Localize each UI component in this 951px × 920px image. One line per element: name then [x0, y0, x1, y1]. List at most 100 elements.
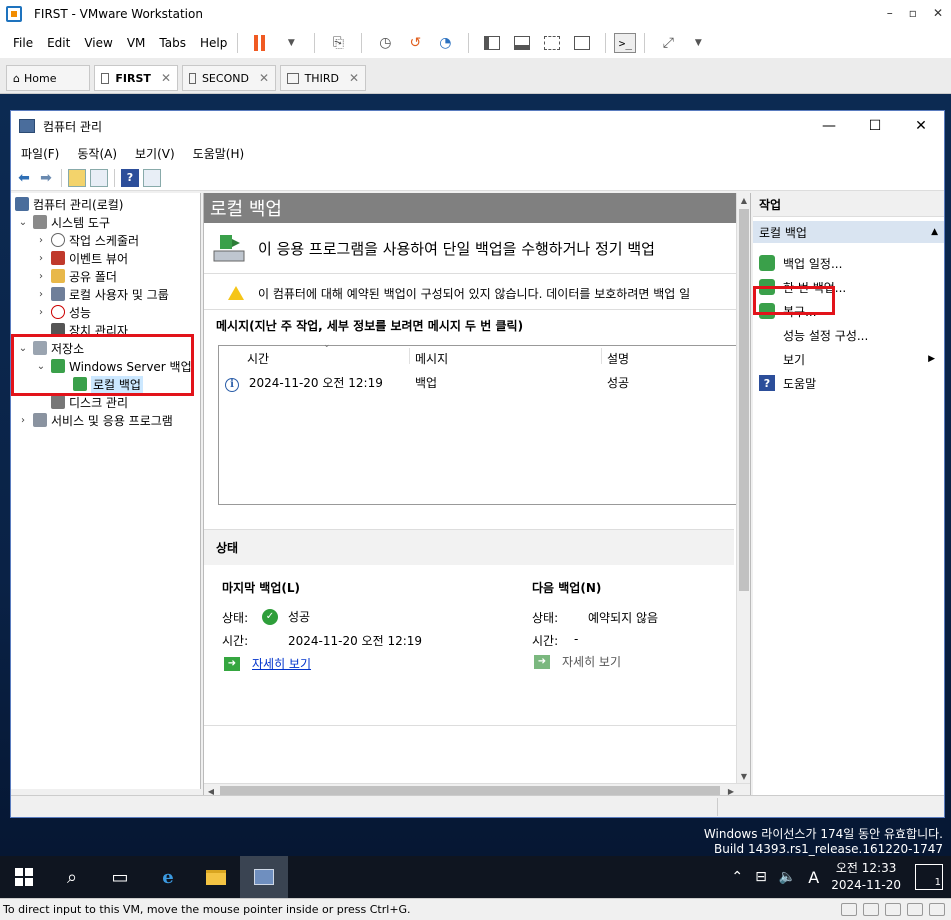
usb-icon[interactable]	[885, 903, 901, 916]
actions-section-local-backup[interactable]: 로컬 백업 ▲	[753, 221, 944, 243]
maximize-button[interactable]: ☐	[852, 111, 898, 141]
tree-item-disk-management[interactable]: 디스크 관리	[47, 393, 128, 411]
ime-indicator[interactable]: A	[808, 868, 819, 887]
cd-drive-icon[interactable]	[863, 903, 879, 916]
hard-disk-icon[interactable]	[841, 903, 857, 916]
show-library-icon[interactable]	[483, 34, 501, 52]
action-backup-once[interactable]: 한 번 백업...	[759, 277, 846, 297]
column-header-description[interactable]: 설명	[607, 350, 629, 367]
tree-item-system-tools[interactable]: ⌄ 시스템 도구	[17, 213, 110, 231]
vmware-menu-view[interactable]: View	[84, 36, 112, 50]
action-view[interactable]: 보기 ▶	[783, 349, 935, 369]
back-arrow-icon[interactable]: ⬅	[15, 169, 33, 187]
tree-item-device-manager[interactable]: 장치 관리자	[47, 321, 128, 339]
volume-muted-icon[interactable]: 🔈	[779, 869, 796, 885]
next-backup-details-link[interactable]: ➜ 자세히 보기	[534, 653, 621, 670]
full-screen-icon[interactable]	[543, 34, 561, 52]
chevron-down-icon[interactable]: ⌄	[35, 361, 47, 372]
vmware-menu-help[interactable]: Help	[200, 36, 227, 50]
vmware-close-button[interactable]: ✕	[933, 6, 943, 20]
chevron-up-icon[interactable]: ⌃	[731, 869, 743, 885]
help-icon[interactable]: ?	[121, 168, 139, 187]
send-ctrl-alt-del-icon[interactable]: ⎘	[329, 34, 347, 52]
file-explorer-icon[interactable]	[192, 856, 240, 898]
task-view-icon[interactable]: ▭	[96, 856, 144, 898]
tree-item-storage[interactable]: ⌄ 저장소	[17, 339, 84, 357]
column-header-time[interactable]: 시간	[247, 350, 269, 367]
tree-item-performance[interactable]: › 성능	[35, 303, 91, 321]
tab-home[interactable]: ⌂ Home	[6, 65, 90, 91]
scroll-down-icon[interactable]: ▼	[737, 769, 750, 783]
snapshot-revert-icon[interactable]: ↺	[406, 34, 424, 52]
last-backup-details-link[interactable]: ➜ 자세히 보기	[224, 655, 311, 672]
network-icon[interactable]: ⊟	[755, 869, 767, 885]
vmware-menu-edit[interactable]: Edit	[47, 36, 70, 50]
message-log-icon[interactable]	[929, 903, 945, 916]
vmware-menu-tabs[interactable]: Tabs	[159, 36, 186, 50]
menu-view[interactable]: 보기(V)	[135, 145, 175, 162]
chevron-right-icon[interactable]: ›	[35, 235, 47, 246]
clock[interactable]: 오전 12:33 2024-11-20	[831, 860, 901, 894]
tab-second[interactable]: SECOND ✕	[182, 65, 276, 91]
backup-icon	[212, 231, 246, 265]
up-folder-icon[interactable]	[68, 168, 86, 187]
snapshot-take-icon[interactable]: ◷	[376, 34, 394, 52]
close-icon[interactable]: ✕	[349, 71, 359, 85]
minimize-button[interactable]: —	[806, 111, 852, 141]
stretch-dropdown-icon[interactable]: ▼	[689, 34, 707, 52]
tab-third[interactable]: THIRD ✕	[280, 65, 366, 91]
action-configure-performance[interactable]: 성능 설정 구성...	[783, 325, 868, 345]
menu-file[interactable]: 파일(F)	[21, 145, 59, 162]
chevron-right-icon[interactable]: ›	[35, 289, 47, 300]
tree-item-windows-server-backup[interactable]: ⌄ Windows Server 백업	[35, 357, 192, 375]
close-icon[interactable]: ✕	[161, 71, 171, 85]
forward-arrow-icon[interactable]: ➡	[37, 169, 55, 187]
power-dropdown-icon[interactable]: ▼	[282, 34, 300, 52]
snapshot-manager-icon[interactable]: ◔	[436, 34, 454, 52]
collapse-icon[interactable]: ▲	[931, 227, 938, 237]
chevron-right-icon[interactable]: ›	[35, 253, 47, 264]
close-button[interactable]: ✕	[898, 111, 944, 141]
action-recover[interactable]: 복구...	[759, 301, 817, 321]
column-header-message[interactable]: 메시지	[415, 350, 448, 367]
computer-management-taskbar-icon[interactable]	[240, 856, 288, 898]
start-button[interactable]	[0, 856, 48, 898]
show-action-pane-icon[interactable]	[143, 168, 161, 187]
menu-action[interactable]: 동작(A)	[77, 145, 117, 162]
tree-item-shared-folders[interactable]: › 공유 폴더	[35, 267, 117, 285]
unity-icon[interactable]	[573, 34, 591, 52]
chevron-down-icon[interactable]: ⌄	[17, 343, 29, 354]
internet-explorer-icon[interactable]: e	[144, 856, 192, 898]
tab-first[interactable]: FIRST ✕	[94, 65, 178, 91]
tree-item-local-users[interactable]: › 로컬 사용자 및 그룹	[35, 285, 169, 303]
action-help[interactable]: ? 도움말	[759, 373, 816, 393]
close-icon[interactable]: ✕	[259, 71, 269, 85]
tree-item-task-scheduler[interactable]: › 작업 스케줄러	[35, 231, 139, 249]
vmware-menu-vm[interactable]: VM	[127, 36, 146, 50]
notification-center-icon[interactable]: 1	[915, 864, 943, 890]
pause-icon[interactable]	[252, 34, 270, 52]
stretch-guest-icon[interactable]: ⤢	[659, 34, 677, 52]
table-row[interactable]: i 2024-11-20 오전 12:19	[225, 374, 383, 392]
chevron-right-icon[interactable]: ›	[17, 415, 29, 426]
tree-item-local-backup[interactable]: 로컬 백업	[69, 375, 143, 393]
vmware-maximize-button[interactable]: ▫	[909, 6, 917, 20]
thumbnail-bar-icon[interactable]	[513, 34, 531, 52]
menu-help[interactable]: 도움말(H)	[193, 145, 245, 162]
tree-item-services-apps[interactable]: › 서비스 및 응용 프로그램	[17, 411, 173, 429]
console-view-icon[interactable]: >_	[614, 33, 637, 53]
chevron-right-icon[interactable]: ›	[35, 271, 47, 282]
tree-item-computer-management[interactable]: 컴퓨터 관리(로컬)	[13, 195, 123, 213]
vmware-minimize-button[interactable]: –	[887, 6, 893, 20]
vertical-scrollbar[interactable]: ▲ ▼	[736, 193, 750, 783]
chevron-right-icon[interactable]: ›	[35, 307, 47, 318]
tree-item-event-viewer[interactable]: › 이벤트 뷰어	[35, 249, 128, 267]
search-icon[interactable]: ⌕	[48, 856, 96, 898]
vmware-titlebar: FIRST - VMware Workstation – ▫ ✕	[0, 0, 951, 28]
vmware-menu-file[interactable]: File	[13, 36, 33, 50]
action-backup-schedule[interactable]: 백업 일정...	[759, 253, 842, 273]
network-adapter-icon[interactable]	[907, 903, 923, 916]
chevron-down-icon[interactable]: ⌄	[17, 217, 29, 228]
show-hide-tree-icon[interactable]	[90, 168, 108, 187]
scroll-up-icon[interactable]: ▲	[737, 193, 750, 207]
